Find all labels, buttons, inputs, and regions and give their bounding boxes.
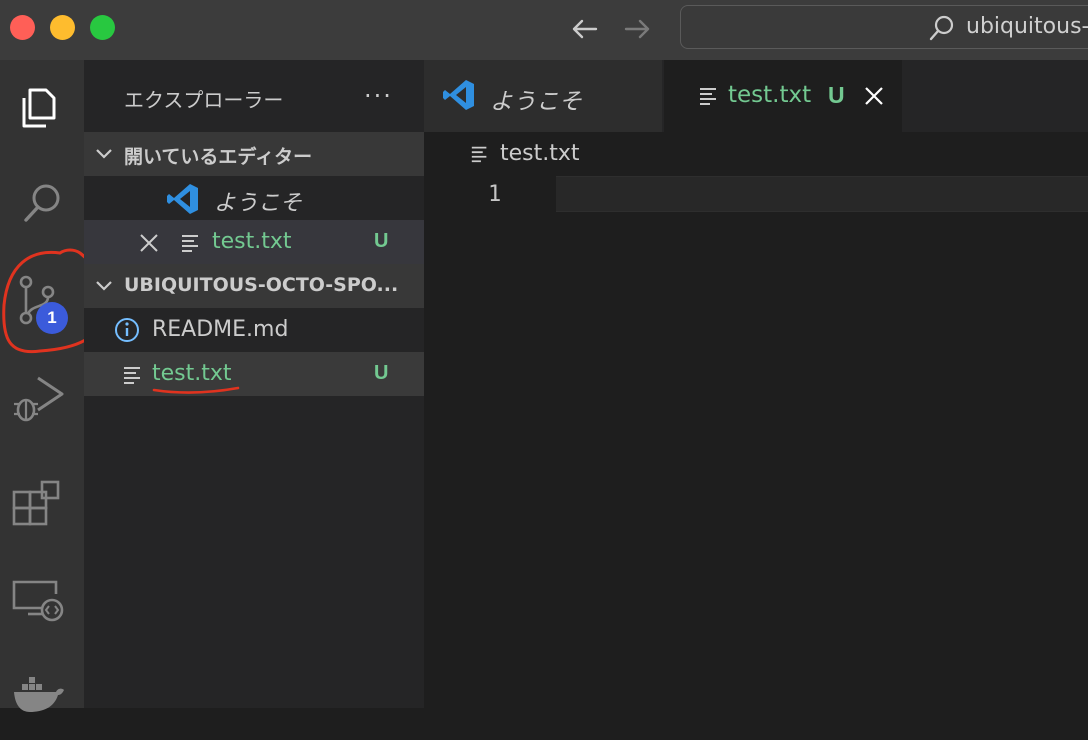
untracked-status-badge: U bbox=[374, 362, 389, 384]
breadcrumb-file[interactable]: test.txt bbox=[500, 141, 580, 166]
file-label: README.md bbox=[152, 317, 289, 342]
docker-icon[interactable] bbox=[0, 656, 84, 740]
vscode-icon bbox=[443, 80, 474, 110]
explorer-icon[interactable] bbox=[0, 66, 84, 150]
command-center-search[interactable]: ubiquitous- bbox=[680, 5, 1088, 49]
back-arrow-icon[interactable] bbox=[568, 12, 602, 46]
file-lines-icon bbox=[124, 367, 140, 384]
file-lines-icon bbox=[182, 235, 198, 252]
close-icon[interactable] bbox=[864, 86, 884, 106]
open-editor-item-welcome[interactable]: ようこそ bbox=[84, 176, 424, 220]
maximize-window-button[interactable] bbox=[90, 15, 115, 40]
breadcrumb[interactable]: test.txt bbox=[424, 132, 1088, 176]
editor-tab-bar: ようこそ test.txt U bbox=[424, 60, 1088, 132]
tab-label: ようこそ bbox=[490, 89, 582, 115]
workspace-name: ubiquitous- bbox=[966, 14, 1088, 39]
untracked-status-badge: U bbox=[374, 230, 389, 252]
current-line-highlight[interactable] bbox=[556, 176, 1088, 212]
search-icon bbox=[929, 15, 954, 41]
tab-test-txt[interactable]: test.txt U bbox=[664, 60, 902, 132]
tab-welcome[interactable]: ようこそ bbox=[424, 60, 662, 132]
open-editor-label: ようこそ bbox=[214, 191, 303, 216]
forward-arrow-icon[interactable] bbox=[620, 12, 654, 46]
file-label: test.txt bbox=[152, 361, 232, 386]
source-control-badge: 1 bbox=[36, 302, 68, 334]
title-bar: ubiquitous- bbox=[0, 0, 1088, 60]
run-debug-icon[interactable] bbox=[0, 358, 84, 442]
search-icon[interactable] bbox=[0, 162, 84, 246]
tab-label: test.txt bbox=[728, 82, 812, 108]
more-actions-icon[interactable]: ··· bbox=[364, 82, 393, 110]
open-editor-label: test.txt bbox=[212, 229, 292, 254]
open-editors-label: 開いているエディター bbox=[124, 146, 313, 168]
info-icon bbox=[115, 318, 139, 342]
line-number: 1 bbox=[488, 182, 502, 207]
untracked-status-badge: U bbox=[828, 82, 845, 108]
workspace-section-header[interactable]: UBIQUITOUS-OCTO-SPO... bbox=[84, 264, 424, 308]
open-editor-item-test-txt[interactable]: test.txt U bbox=[84, 220, 424, 264]
close-icon[interactable] bbox=[138, 232, 160, 254]
file-item-readme[interactable]: README.md bbox=[84, 308, 424, 352]
remote-explorer-icon[interactable] bbox=[0, 558, 84, 642]
close-window-button[interactable] bbox=[10, 15, 35, 40]
chevron-down-icon bbox=[96, 281, 112, 291]
sidebar-header: エクスプローラー ··· bbox=[84, 60, 424, 132]
sidebar-title: エクスプローラー bbox=[124, 88, 284, 112]
extensions-icon[interactable] bbox=[0, 458, 84, 542]
file-item-test-txt[interactable]: test.txt U bbox=[84, 352, 424, 396]
file-lines-icon bbox=[471, 146, 487, 163]
activity-bar: 1 bbox=[0, 60, 104, 712]
vscode-icon bbox=[167, 184, 198, 214]
code-editor[interactable]: 1 bbox=[424, 176, 1088, 708]
chevron-down-icon bbox=[96, 149, 112, 159]
workspace-label: UBIQUITOUS-OCTO-SPO... bbox=[124, 274, 399, 296]
file-lines-icon bbox=[700, 88, 716, 105]
open-editors-section-header[interactable]: 開いているエディター bbox=[84, 132, 424, 176]
explorer-sidebar: エクスプローラー ··· 開いているエディター ようこそ test.txt U … bbox=[84, 60, 424, 708]
minimize-window-button[interactable] bbox=[50, 15, 75, 40]
